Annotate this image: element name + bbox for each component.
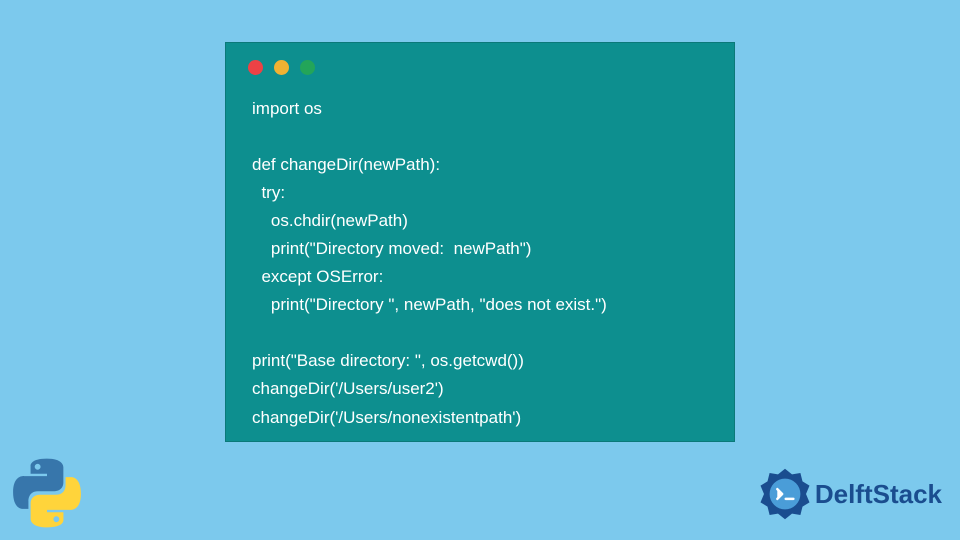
code-line: print("Directory ", newPath, "does not e…	[252, 295, 607, 314]
code-line: changeDir('/Users/nonexistentpath')	[252, 408, 521, 427]
code-line: print("Directory moved: newPath")	[252, 239, 531, 258]
code-window: import os def changeDir(newPath): try: o…	[225, 42, 735, 442]
code-line: import os	[252, 99, 322, 118]
code-content: import os def changeDir(newPath): try: o…	[226, 85, 734, 452]
python-logo-icon	[12, 458, 82, 528]
delftstack-badge-icon	[757, 466, 813, 522]
delftstack-logo: DelftStack	[757, 466, 942, 522]
minimize-icon	[274, 60, 289, 75]
code-line: changeDir('/Users/user2')	[252, 379, 444, 398]
code-line: os.chdir(newPath)	[252, 211, 408, 230]
code-line: try:	[252, 183, 285, 202]
code-line: print("Base directory: ", os.getcwd())	[252, 351, 524, 370]
code-line: def changeDir(newPath):	[252, 155, 440, 174]
close-icon	[248, 60, 263, 75]
brand-name: DelftStack	[815, 479, 942, 510]
maximize-icon	[300, 60, 315, 75]
code-line: except OSError:	[252, 267, 383, 286]
window-controls	[226, 43, 734, 85]
